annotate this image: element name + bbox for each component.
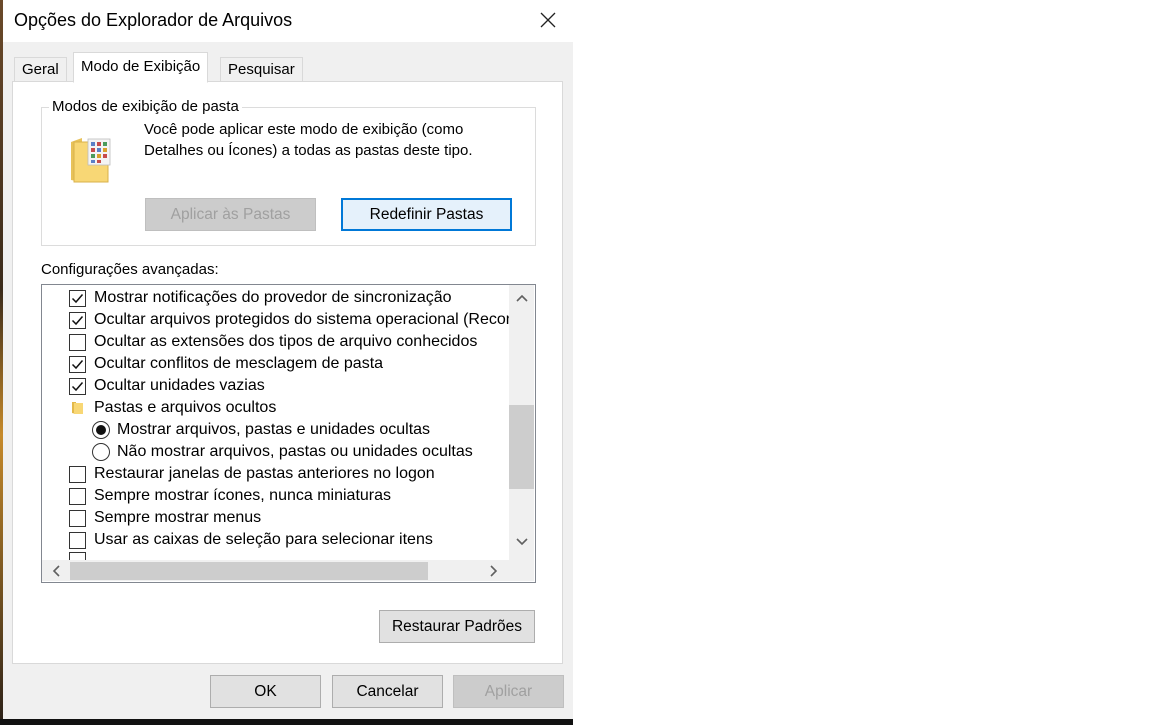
list-item-label: Sempre mostrar menus xyxy=(94,509,262,526)
list-item-label: Mostrar notificações do provedor de sinc… xyxy=(94,289,452,306)
vertical-scrollbar[interactable] xyxy=(509,285,534,560)
radio-button[interactable] xyxy=(92,421,110,439)
chevron-down-icon xyxy=(515,538,528,546)
vertical-scroll-thumb[interactable] xyxy=(509,405,534,489)
folder-views-description: Você pode aplicar este modo de exibição … xyxy=(144,121,473,159)
list-item[interactable]: Usar as caixas de seleção para seleciona… xyxy=(42,529,510,551)
list-item-label: Ocultar arquivos protegidos do sistema o… xyxy=(94,311,510,328)
list-item-label: Ocultar conflitos de mesclagem de pasta xyxy=(94,355,384,372)
checkbox[interactable] xyxy=(69,289,86,307)
list-item[interactable]: Ocultar conflitos de mesclagem de pasta xyxy=(42,353,510,375)
checkbox xyxy=(69,552,86,560)
check-icon xyxy=(71,359,84,369)
folder-view-icon xyxy=(71,138,111,183)
restore-defaults-button[interactable]: Restaurar Padrões xyxy=(379,610,535,643)
view-tab-panel: Modos de exibição de pasta Você pode apl… xyxy=(12,81,563,664)
list-item-label: Ocultar unidades vazias xyxy=(94,377,265,394)
apply-button[interactable]: Aplicar xyxy=(453,675,564,708)
radio-button[interactable] xyxy=(92,443,110,461)
checkbox[interactable] xyxy=(69,311,86,329)
chevron-left-icon xyxy=(52,564,60,577)
tab-general[interactable]: Geral xyxy=(14,57,67,83)
checkbox[interactable] xyxy=(69,509,86,527)
checkbox[interactable] xyxy=(69,377,86,395)
list-item-label: Ocultar as extensões dos tipos de arquiv… xyxy=(94,333,478,350)
chevron-up-icon xyxy=(515,294,528,302)
advanced-settings-label: Configurações avançadas: xyxy=(41,261,219,278)
tab-view[interactable]: Modo de Exibição xyxy=(73,52,209,83)
radio-dot xyxy=(96,425,106,435)
chevron-right-icon xyxy=(490,564,498,577)
close-button[interactable] xyxy=(526,3,570,37)
list-item-folder: Pastas e arquivos ocultos xyxy=(42,397,510,419)
advanced-settings-list[interactable]: Mostrar notificações do provedor de sinc… xyxy=(41,284,536,583)
horizontal-scrollbar[interactable] xyxy=(42,560,534,581)
apply-to-folders-button[interactable]: Aplicar às Pastas xyxy=(145,198,316,231)
list-item[interactable]: Ocultar as extensões dos tipos de arquiv… xyxy=(42,331,510,353)
list-item-label: Pastas e arquivos ocultos xyxy=(94,399,277,416)
list-item[interactable]: Mostrar notificações do provedor de sinc… xyxy=(42,287,510,309)
background-edge-bottom xyxy=(0,719,573,725)
list-item[interactable]: Restaurar janelas de pastas anteriores n… xyxy=(42,463,510,485)
check-icon xyxy=(71,293,84,303)
checkbox[interactable] xyxy=(69,355,86,373)
scroll-down-button[interactable] xyxy=(509,531,534,553)
cancel-button[interactable]: Cancelar xyxy=(332,675,443,708)
list-item-partial xyxy=(42,551,510,560)
checkbox[interactable] xyxy=(69,487,86,505)
close-icon xyxy=(540,12,556,28)
list-item[interactable]: Ocultar unidades vazias xyxy=(42,375,510,397)
list-item[interactable]: Sempre mostrar menus xyxy=(42,507,510,529)
horizontal-scroll-thumb[interactable] xyxy=(70,562,428,580)
list-item-label: Não mostrar arquivos, pastas ou unidades… xyxy=(117,443,473,460)
tab-strip: Geral Modo de Exibição Pesquisar xyxy=(3,42,573,83)
ok-button[interactable]: OK xyxy=(210,675,321,708)
scroll-up-button[interactable] xyxy=(509,287,534,309)
list-item[interactable]: Sempre mostrar ícones, nunca miniaturas xyxy=(42,485,510,507)
folder-views-legend: Modos de exibição de pasta xyxy=(49,98,242,115)
list-item[interactable]: Ocultar arquivos protegidos do sistema o… xyxy=(42,309,510,331)
check-icon xyxy=(71,381,84,391)
folder-options-dialog: Opções do Explorador de Arquivos Geral M… xyxy=(3,0,573,719)
tab-search[interactable]: Pesquisar xyxy=(220,57,303,83)
list-item-label: Usar as caixas de seleção para seleciona… xyxy=(94,531,433,548)
list-item-label: Mostrar arquivos, pastas e unidades ocul… xyxy=(117,421,431,438)
title-bar: Opções do Explorador de Arquivos xyxy=(3,0,573,42)
check-icon xyxy=(71,315,84,325)
scroll-left-button[interactable] xyxy=(44,560,68,581)
list-item[interactable]: Mostrar arquivos, pastas e unidades ocul… xyxy=(42,419,510,441)
reset-folders-button[interactable]: Redefinir Pastas xyxy=(341,198,512,231)
scroll-corner xyxy=(509,560,534,581)
checkbox[interactable] xyxy=(69,333,86,351)
checkbox[interactable] xyxy=(69,465,86,483)
list-item[interactable]: Não mostrar arquivos, pastas ou unidades… xyxy=(42,441,510,463)
scroll-right-button[interactable] xyxy=(482,560,506,581)
list-item-label: Sempre mostrar ícones, nunca miniaturas xyxy=(94,487,392,504)
window-title: Opções do Explorador de Arquivos xyxy=(14,10,293,30)
folder-icon xyxy=(72,402,83,414)
checkbox[interactable] xyxy=(69,531,86,549)
list-item-label: Restaurar janelas de pastas anteriores n… xyxy=(94,465,435,482)
